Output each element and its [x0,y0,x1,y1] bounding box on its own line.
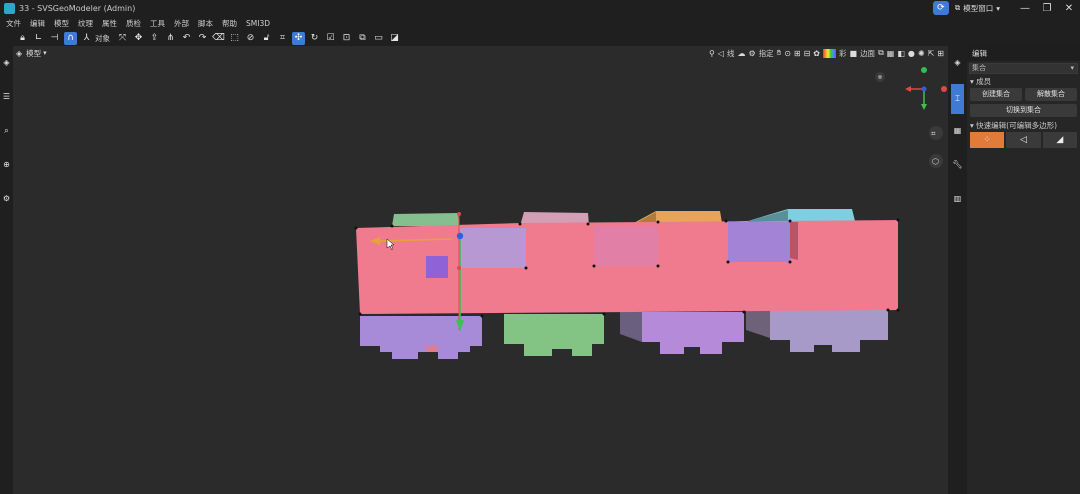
book-icon[interactable]: ▥ [952,194,963,205]
quick-edit-section[interactable]: ▾ 快速编辑(可编辑多边形) [967,120,1080,132]
cube-panel-icon[interactable]: ◈ [952,58,963,69]
wrench-icon[interactable]: 🔧︎ [952,160,963,171]
right-icon-strip: ◈ ⌶ ▦ 🔧︎ ▥ [948,46,967,494]
members-title: 成员 [976,77,992,86]
vertex-mode-icon[interactable]: ⁘ [970,132,1005,148]
edit-panel-icon[interactable]: ⌶ [951,84,964,114]
create-set-button[interactable]: 创建集合 [970,88,1022,101]
switch-set-button[interactable]: 切换到集合 [970,104,1077,117]
svg-text:⌗: ⌗ [931,129,936,138]
body-shadow [790,222,798,260]
face-mode-icon[interactable]: ◢ [1042,132,1077,148]
axis-indicator[interactable]: ⌗ ⬡ [875,67,947,168]
lower-blocks [360,310,888,359]
set-select[interactable]: 集合 [969,63,1078,74]
panel-header: 编辑 [967,46,1080,61]
svg-text:⬡: ⬡ [932,157,939,166]
dissolve-set-button[interactable]: 解散集合 [1025,88,1077,101]
edit-panel: 编辑 集合 ▾ 成员 创建集合 解散集合 切换到集合 ▾ 快速编辑(可编辑多边形… [967,46,1080,494]
checker-panel-icon[interactable]: ▦ [952,126,963,137]
members-section[interactable]: ▾ 成员 [967,76,1080,88]
viewport-canvas[interactable]: ⌗ ⬡ [0,0,1080,494]
edge-mode-icon[interactable]: ◁ [1006,132,1041,148]
quick-edit-title: 快速编辑(可编辑多边形) [976,121,1058,130]
